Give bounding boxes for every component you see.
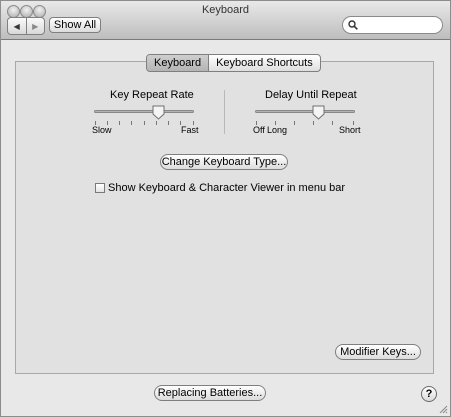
preferences-window: Keyboard ◀ ▶ Show All Keyboard Keyboard … <box>0 0 451 417</box>
title-bar: Keyboard ◀ ▶ Show All <box>1 1 450 40</box>
back-forward-control: ◀ ▶ <box>7 17 45 35</box>
off-label: Off <box>253 125 265 135</box>
show-viewer-label: Show Keyboard & Character Viewer in menu… <box>108 182 346 194</box>
back-arrow-icon[interactable]: ◀ <box>8 18 26 34</box>
key-repeat-rate-slider-thumb[interactable] <box>152 105 165 120</box>
delay-until-repeat-title: Delay Until Repeat <box>265 89 357 101</box>
modifier-keys-button[interactable]: Modifier Keys... <box>335 344 421 360</box>
key-repeat-rate-title: Key Repeat Rate <box>110 89 194 101</box>
tab-bar: Keyboard Keyboard Shortcuts <box>146 54 321 72</box>
key-repeat-rate-slider[interactable] <box>94 110 194 113</box>
tab-keyboard-shortcuts[interactable]: Keyboard Shortcuts <box>209 55 320 71</box>
long-label: Long <box>267 125 288 135</box>
delay-until-repeat-slider-thumb[interactable] <box>312 105 325 120</box>
help-button[interactable]: ? <box>421 386 437 402</box>
slider-divider <box>224 90 225 134</box>
show-all-button[interactable]: Show All <box>49 17 101 33</box>
delay-until-repeat-slider[interactable] <box>255 110 355 113</box>
search-icon <box>348 20 358 30</box>
change-keyboard-type-button[interactable]: Change Keyboard Type... <box>160 154 288 170</box>
window-title: Keyboard <box>201 4 250 16</box>
tab-keyboard[interactable]: Keyboard <box>147 55 210 71</box>
resize-grip-icon[interactable] <box>438 404 448 414</box>
search-field[interactable] <box>342 16 443 34</box>
search-input[interactable] <box>359 18 443 31</box>
forward-arrow-icon[interactable]: ▶ <box>25 18 45 34</box>
short-label: Short <box>339 125 361 135</box>
fast-label: Fast <box>181 125 199 135</box>
slow-label: Slow <box>92 125 112 135</box>
show-viewer-checkbox[interactable] <box>95 183 105 193</box>
replacing-batteries-button[interactable]: Replacing Batteries... <box>154 385 266 401</box>
